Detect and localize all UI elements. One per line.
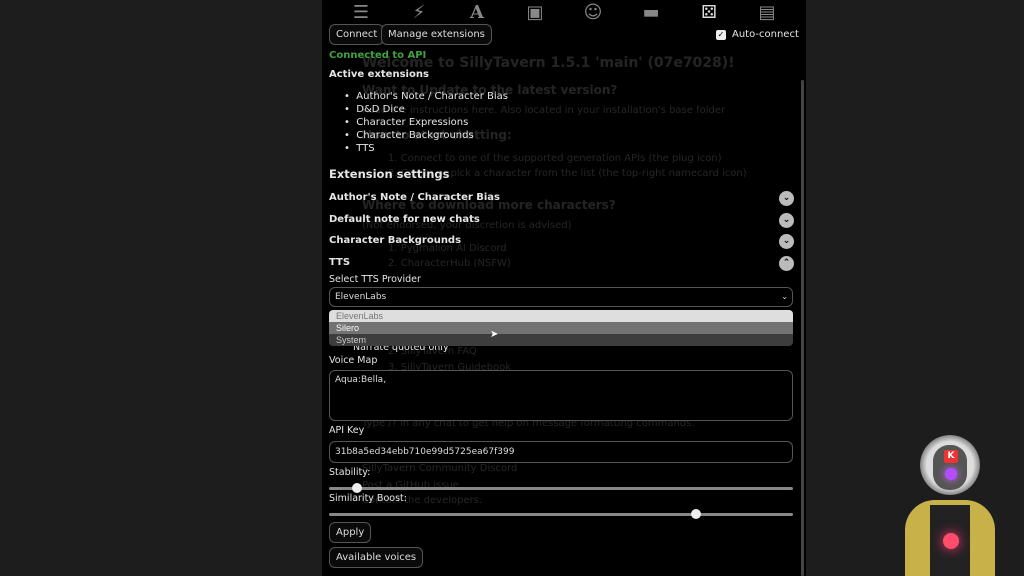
slider-thumb[interactable] <box>690 509 701 519</box>
provider-dropdown-list: ElevenLabs Silero System <box>329 310 793 346</box>
option-system[interactable]: System <box>329 334 793 346</box>
extension-name: TTS <box>356 143 375 154</box>
auto-connect-checkbox[interactable]: ✓ Auto-connect <box>716 29 799 40</box>
active-extension-item: • Author's Note / Character Bias <box>344 91 508 102</box>
background-text-line: Read the instructions here. Also located… <box>362 105 726 116</box>
settings-section-header[interactable]: Author's Note / Character Bias <box>329 192 500 203</box>
active-extension-item: • Character Backgrounds <box>344 130 474 141</box>
chevron-up-icon[interactable]: ⌃ <box>779 255 794 271</box>
connection-status: Connected to API <box>329 50 427 61</box>
image-icon[interactable]: ▬ <box>636 2 666 23</box>
font-icon[interactable]: A <box>462 2 492 23</box>
book-icon[interactable]: ▣ <box>520 2 550 23</box>
bullet: • <box>344 104 350 115</box>
settings-section-header[interactable]: TTS <box>329 257 350 268</box>
scrollbar[interactable] <box>801 80 804 576</box>
chevron-down-icon[interactable]: ⌄ <box>779 191 794 206</box>
smiley-icon[interactable]: ☺ <box>578 2 608 23</box>
tts-provider-label: Select TTS Provider <box>329 274 421 285</box>
stability-slider[interactable] <box>329 483 793 493</box>
background-text-line: 2. CharacterHub (NSFW) <box>388 258 511 269</box>
character-avatar: K <box>895 430 1005 576</box>
chevron-down-icon[interactable]: ⌄ <box>779 234 794 249</box>
auto-connect-label: Auto-connect <box>732 29 799 40</box>
avatar-badge: K <box>944 450 958 463</box>
extension-name: Author's Note / Character Bias <box>356 91 508 102</box>
manage-extensions-button[interactable]: Manage extensions <box>381 24 492 45</box>
background-text-line: SillyTavern Community Discord <box>362 463 518 474</box>
settings-section-header[interactable]: Default note for new chats <box>329 214 480 225</box>
connect-button[interactable]: Connect <box>329 24 385 45</box>
option-silero[interactable]: Silero <box>329 322 793 334</box>
api-key-label: API Key <box>329 425 365 436</box>
apply-button[interactable]: Apply <box>329 522 372 543</box>
tts-provider-value: ElevenLabs <box>335 292 387 302</box>
tts-provider-select[interactable]: ElevenLabs ⌄ <box>329 287 793 307</box>
id-card-icon[interactable]: ▤ <box>752 2 782 23</box>
top-toolbar: ☰ ⚡ A ▣ ☺ ▬ ⚄ ▤ <box>322 0 806 24</box>
active-extension-item: • Character Expressions <box>344 117 468 128</box>
voice-map-textarea[interactable]: Aqua:Bella, <box>329 370 793 421</box>
voice-map-label: Voice Map <box>329 355 378 366</box>
checkbox-checked-icon[interactable]: ✓ <box>716 30 726 40</box>
extensions-panel: ☰ ⚡ A ▣ ☺ ▬ ⚄ ▤ Welcome to SillyTavern 1… <box>322 0 806 576</box>
available-voices-button[interactable]: Available voices <box>329 547 424 568</box>
chevron-down-icon: ⌄ <box>781 292 788 301</box>
slider-thumb[interactable] <box>351 483 362 493</box>
active-extension-item: • D&D Dice <box>344 104 405 115</box>
option-elevenlabs[interactable]: ElevenLabs <box>329 310 793 322</box>
settings-section-header[interactable]: Character Backgrounds <box>329 235 461 246</box>
extension-name: Character Expressions <box>356 117 469 128</box>
similarity-label: Similarity Boost: <box>329 493 407 504</box>
active-extensions-title: Active extensions <box>329 69 429 80</box>
plug-icon[interactable]: ⚡ <box>404 2 434 23</box>
extension-name: Character Backgrounds <box>356 130 474 141</box>
bullet: • <box>344 91 350 102</box>
active-extension-item: • TTS <box>344 143 375 154</box>
api-key-input[interactable]: 31b8a5ed34ebb710e99d5725ea67f399 <box>329 441 793 463</box>
chevron-down-icon[interactable]: ⌄ <box>779 212 794 228</box>
extension-name: D&D Dice <box>356 104 405 115</box>
stability-label: Stability: <box>329 467 371 478</box>
sliders-icon[interactable]: ☰ <box>346 2 376 23</box>
cubes-icon[interactable]: ⚄ <box>694 2 724 23</box>
extension-settings-title: Extension settings <box>329 167 450 181</box>
bullet: • <box>344 143 350 154</box>
bullet: • <box>344 130 350 141</box>
background-text-line: 1. Connect to one of the supported gener… <box>388 153 722 164</box>
mouse-cursor-icon: ➤ <box>490 329 499 340</box>
bullet: • <box>344 117 350 128</box>
similarity-slider[interactable] <box>329 509 793 519</box>
